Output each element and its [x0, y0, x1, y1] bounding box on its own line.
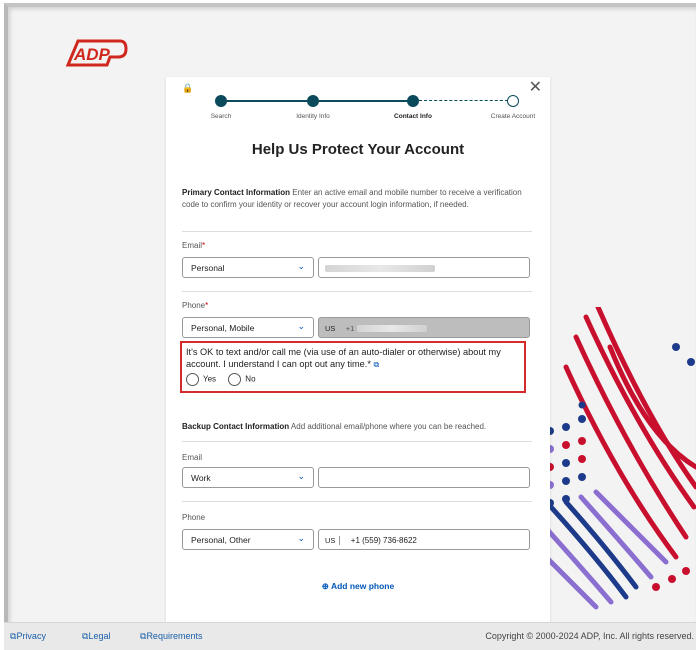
- country-code[interactable]: US: [325, 324, 335, 333]
- backup-phone-label: Phone: [182, 513, 206, 522]
- step-contact-info: Contact Info: [378, 95, 448, 120]
- consent-text: It's OK to text and/or call me (via use …: [186, 347, 501, 369]
- primary-contact-description: Primary Contact Information Enter an act…: [182, 187, 532, 211]
- copyright-text: Copyright © 2000-2024 ADP, Inc. All righ…: [485, 631, 694, 641]
- primary-contact-heading: Primary Contact Information: [182, 188, 291, 197]
- backup-email-input[interactable]: [318, 467, 530, 488]
- add-new-phone-label: Add new phone: [330, 581, 395, 591]
- external-link-icon[interactable]: ⧉: [373, 360, 379, 369]
- consent-options: Yes No: [186, 373, 520, 386]
- divider: [182, 231, 532, 232]
- consent-yes-label: Yes: [203, 374, 217, 384]
- backup-phone-input[interactable]: US +1 (559) 736-8622: [318, 529, 530, 550]
- divider: [182, 441, 532, 442]
- adp-logo: ADP: [65, 39, 128, 67]
- close-icon[interactable]: ✕: [529, 77, 542, 97]
- chevron-down-icon: ⌄: [297, 533, 305, 543]
- plus-icon: ⊕: [321, 581, 331, 591]
- phone-prefix: +1: [345, 324, 355, 333]
- backup-contact-text: Add additional email/phone where you can…: [290, 422, 487, 431]
- divider: [182, 501, 532, 502]
- divider: [182, 291, 532, 292]
- email-label: Email*: [182, 241, 206, 250]
- footer: ⧉Privacy ⧉Legal ⧉Requirements Copyright …: [4, 622, 696, 650]
- phone-input[interactable]: US +1: [318, 317, 530, 338]
- consent-no-label: No: [245, 374, 256, 384]
- lock-icon: 🔒: [182, 83, 194, 93]
- consent-box: It's OK to text and/or call me (via use …: [180, 341, 526, 393]
- backup-phone-value: +1 (559) 736-8622: [350, 536, 417, 545]
- chevron-down-icon: ⌄: [297, 321, 305, 331]
- step-label: Create Account: [490, 113, 536, 120]
- chevron-down-icon: ⌄: [297, 261, 305, 271]
- decorative-graphic: [526, 307, 696, 610]
- redacted-value: [356, 325, 427, 333]
- registration-card: 🔒 ✕ Search Identity Info Contact Info Cr…: [166, 77, 550, 625]
- phone-type-select[interactable]: Personal, Mobile ⌄: [182, 317, 314, 338]
- backup-contact-heading: Backup Contact Information: [182, 422, 290, 431]
- step-label: Search: [210, 113, 232, 120]
- backup-email-type-select[interactable]: Work ⌄: [182, 467, 314, 488]
- add-new-phone-button[interactable]: ⊕ Add new phone: [166, 581, 550, 592]
- country-code[interactable]: US: [325, 536, 341, 545]
- requirements-link[interactable]: ⧉Requirements: [140, 631, 202, 642]
- privacy-link[interactable]: ⧉Privacy: [10, 631, 46, 642]
- step-create-account: Create Account: [478, 95, 548, 120]
- email-input[interactable]: [318, 257, 530, 278]
- redacted-value: [325, 265, 435, 273]
- step-label: Contact Info: [394, 113, 432, 120]
- phone-label: Phone*: [182, 301, 209, 310]
- step-identity-info: Identity Info: [278, 95, 348, 120]
- backup-email-label: Email: [182, 453, 203, 462]
- backup-contact-description: Backup Contact Information Add additiona…: [182, 421, 532, 433]
- consent-yes-radio[interactable]: [186, 373, 199, 386]
- legal-link[interactable]: ⧉Legal: [82, 631, 110, 642]
- email-type-select[interactable]: Personal ⌄: [182, 257, 314, 278]
- consent-no-radio[interactable]: [228, 373, 242, 386]
- progress-stepper: Search Identity Info Contact Info Create…: [186, 95, 535, 129]
- svg-text:ADP: ADP: [73, 45, 111, 64]
- step-search: Search: [186, 95, 256, 120]
- chevron-down-icon: ⌄: [297, 471, 305, 481]
- step-label: Identity Info: [296, 113, 330, 120]
- page-frame: ADP 🔒 ✕ Search Identity Info Contact Inf…: [4, 3, 696, 650]
- backup-phone-type-select[interactable]: Personal, Other ⌄: [182, 529, 314, 550]
- page-title: Help Us Protect Your Account: [251, 141, 465, 158]
